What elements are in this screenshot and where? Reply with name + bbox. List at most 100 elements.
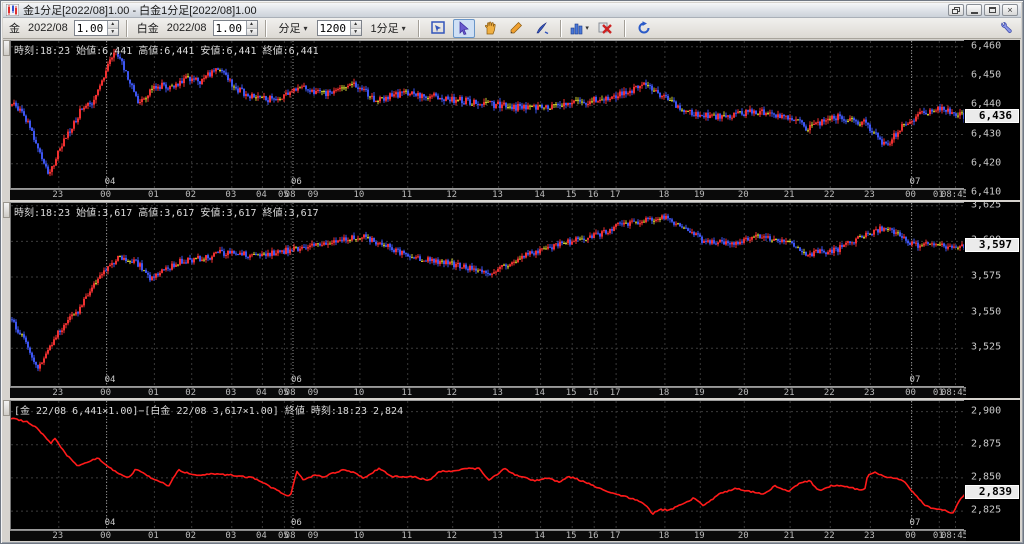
bar-count-spinbox[interactable]: 1200 ▲ ▼	[316, 20, 362, 36]
pan-hand-button[interactable]	[479, 19, 501, 38]
pane-scroll-handle[interactable]	[3, 40, 10, 56]
chart-pane-spread: [金 22/08 6,441×1.00]−[白金 22/08 3,617×1.0…	[10, 400, 1020, 541]
platinum-candlestick-chart[interactable]	[11, 203, 967, 388]
maximize-button[interactable]	[984, 4, 1000, 16]
time-axis-label: 13	[492, 531, 503, 541]
settings-wrench-button[interactable]	[995, 19, 1017, 38]
time-axis-label: 20	[737, 388, 749, 398]
platinum-contract-month[interactable]: 2022/08	[165, 22, 209, 34]
bar-count-down[interactable]: ▼	[350, 28, 361, 35]
time-axis-label: 13	[492, 388, 503, 398]
price-axis-label: 6,410	[971, 186, 1002, 198]
time-axis-label: 02	[185, 190, 197, 200]
time-axis-label: 20	[737, 531, 749, 541]
time-axis-label: 23	[864, 531, 875, 541]
price-axis-label: 2,875	[971, 438, 1002, 450]
gold-plot-area[interactable]: 時刻:18:23 始値:6,441 高値:6,441 安値:6,441 終値:6…	[10, 40, 967, 190]
time-axis-label: 00	[905, 388, 916, 398]
spread-line-chart[interactable]	[11, 401, 967, 531]
float-window-button[interactable]	[948, 4, 964, 16]
time-axis-label: 22	[823, 388, 835, 398]
platinum-multiplier-value[interactable]: 1.00	[214, 21, 246, 35]
time-axis-label: 21	[783, 388, 795, 398]
time-axis-label: 08	[284, 388, 296, 398]
gold-multiplier-spinbox[interactable]: 1.00 ▲ ▼	[73, 20, 119, 36]
price-axis-label: 2,900	[971, 405, 1002, 417]
platinum-plot-area[interactable]: 時刻:18:23 始値:3,617 高値:3,617 安値:3,617 終値:3…	[10, 202, 967, 388]
interval-label: 1分足	[370, 23, 399, 35]
time-axis-label: 02	[185, 388, 197, 398]
time-axis-label: 02	[185, 531, 197, 541]
interval-dropdown[interactable]: 1分足 ▾	[366, 19, 411, 37]
pencil-draw-button[interactable]	[505, 19, 527, 38]
price-axis-label: 6,450	[971, 69, 1002, 81]
platinum-label: 白金	[136, 23, 159, 35]
cursor-select-button[interactable]	[452, 18, 475, 38]
time-axis-label: 08:45	[940, 190, 966, 200]
crosshair-chart-button[interactable]	[427, 19, 449, 38]
pane-scroll-handle[interactable]	[3, 202, 10, 218]
platinum-multiplier-spinbox[interactable]: 1.00 ▲ ▼	[212, 20, 258, 36]
time-axis-label: 00	[100, 388, 112, 398]
bar-count-value[interactable]: 1200	[318, 21, 350, 35]
time-axis-label: 14	[534, 190, 546, 200]
time-axis-label: 17	[609, 190, 621, 200]
settings-wrench-icon	[1001, 21, 1012, 33]
time-axis-label: 13	[492, 190, 503, 200]
title-bar[interactable]: 金1分足[2022/08]1.00 - 白金1分足[2022/08]1.00 ×	[3, 3, 1021, 18]
spread-last-price-tag: 2,839	[965, 484, 1019, 499]
gold-candlestick-chart[interactable]	[11, 41, 967, 190]
time-axis-label: 01	[147, 388, 159, 398]
refresh-button[interactable]	[633, 19, 655, 38]
indicator-menu-button[interactable]: ▾	[569, 19, 591, 38]
pane-scroll-handle[interactable]	[3, 400, 10, 416]
gold-last-price-tag: 6,436	[965, 109, 1019, 123]
close-icon: ×	[1007, 4, 1013, 15]
left-rail	[3, 40, 10, 540]
time-axis-label: 10	[353, 388, 365, 398]
time-axis-label: 08	[284, 190, 296, 200]
gold-multiplier-up[interactable]: ▲	[107, 21, 118, 29]
platinum-multiplier-down[interactable]: ▼	[246, 28, 257, 35]
gold-multiplier-down[interactable]: ▼	[107, 28, 118, 35]
pen-annotate-button[interactable]	[531, 19, 553, 38]
platinum-time-axis: 23 00 01 02 03 04 05 08 09 10 11 12 13 14 15 16 17 18 19 20…	[10, 387, 966, 398]
time-axis-label: 11	[401, 531, 413, 541]
chevron-down-icon: ▾	[401, 23, 406, 33]
time-axis-label: 04	[256, 190, 267, 200]
toolbar-separator	[559, 19, 562, 37]
price-axis-label: 3,575	[971, 270, 1002, 282]
chevron-down-icon: ▾	[303, 23, 308, 33]
bar-count-up[interactable]: ▲	[350, 21, 361, 29]
price-axis-label: 2,825	[971, 504, 1002, 516]
time-axis-label: 23	[864, 190, 875, 200]
chevron-down-icon: ▾	[585, 25, 589, 32]
time-axis-label: 08:45	[940, 388, 966, 398]
gold-multiplier-value[interactable]: 1.00	[75, 21, 107, 35]
time-axis-label: 11	[401, 388, 413, 398]
platinum-multiplier-up[interactable]: ▲	[246, 21, 257, 29]
time-axis-label: 16	[587, 388, 599, 398]
refresh-icon	[638, 21, 650, 34]
time-axis-label: 00	[100, 190, 112, 200]
toolbar: 金 2022/08 1.00 ▲ ▼ 白金 2022/08 1.00 ▲ ▼ 分足 …	[3, 18, 1021, 39]
gold-contract-month[interactable]: 2022/08	[26, 22, 70, 34]
minimize-button[interactable]	[966, 4, 982, 16]
time-axis-label: 09	[307, 190, 319, 200]
time-axis-label: 08:45	[940, 531, 966, 541]
chart-pane-platinum: 時刻:18:23 始値:3,617 高値:3,617 安値:3,617 終値:3…	[10, 202, 1020, 398]
price-axis-label: 3,625	[971, 202, 1002, 211]
time-axis-label: 14	[534, 388, 546, 398]
time-axis-label: 20	[737, 190, 749, 200]
spread-plot-area[interactable]: [金 22/08 6,441×1.00]−[白金 22/08 3,617×1.0…	[10, 400, 967, 531]
time-axis-label: 23	[52, 190, 64, 200]
spread-price-axis: 2,839 2,900 2,875 2,850 2,825	[964, 400, 1020, 541]
close-button[interactable]: ×	[1002, 4, 1018, 16]
bar-type-dropdown[interactable]: 分足 ▾	[274, 19, 313, 37]
delete-chart-button[interactable]	[595, 19, 617, 38]
time-axis-label: 00	[905, 190, 916, 200]
time-axis-label: 09	[307, 531, 319, 541]
time-axis-label: 16	[587, 531, 599, 541]
pan-hand-icon	[484, 21, 496, 35]
time-axis-label: 01	[147, 190, 159, 200]
